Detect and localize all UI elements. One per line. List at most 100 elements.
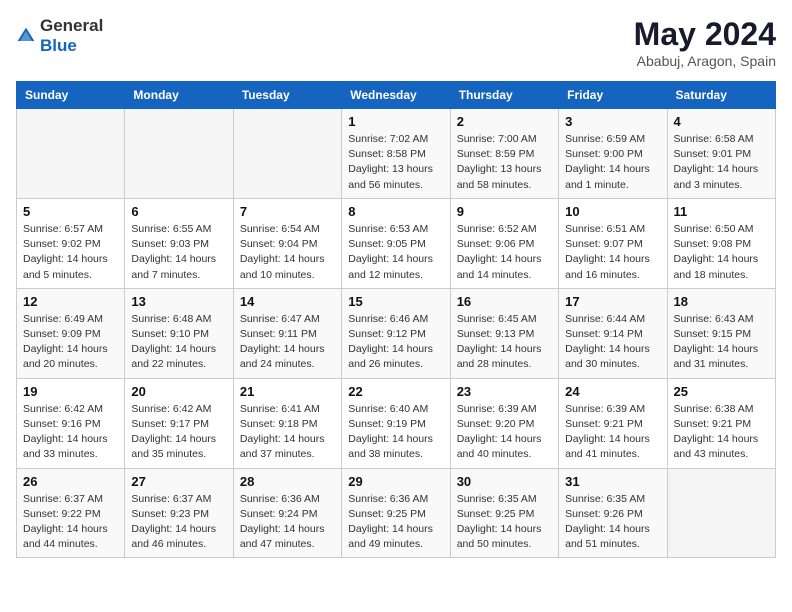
- calendar-cell: 8 Sunrise: 6:53 AMSunset: 9:05 PMDaylight…: [342, 198, 450, 288]
- day-number: 5: [23, 204, 118, 219]
- calendar-cell: 15 Sunrise: 6:46 AMSunset: 9:12 PMDayligh…: [342, 288, 450, 378]
- day-number: 6: [131, 204, 226, 219]
- day-number: 8: [348, 204, 443, 219]
- calendar-cell: 31Sunrise: 6:35 AMSunset: 9:26 PMDayligh…: [559, 468, 667, 558]
- day-number: 2: [457, 114, 552, 129]
- day-number: 7: [240, 204, 335, 219]
- day-number: 22: [348, 384, 443, 399]
- calendar-cell: 4Sunrise: 6:58 AMSunset: 9:01 PMDaylight…: [667, 109, 775, 199]
- calendar-cell: 27 Sunrise: 6:37 AMSunset: 9:23 PMDayligh…: [125, 468, 233, 558]
- calendar-cell: [17, 109, 125, 199]
- day-info: Sunrise: 6:38 AMSunset: 9:21 PMDaylight:…: [674, 402, 769, 463]
- calendar-cell: 11Sunrise: 6:50 AMSunset: 9:08 PMDayligh…: [667, 198, 775, 288]
- day-number: 10: [565, 204, 660, 219]
- calendar-cell: 6 Sunrise: 6:55 AMSunset: 9:03 PMDaylight…: [125, 198, 233, 288]
- calendar-cell: 28 Sunrise: 6:36 AMSunset: 9:24 PMDayligh…: [233, 468, 341, 558]
- calendar-table: SundayMondayTuesdayWednesdayThursdayFrid…: [16, 81, 776, 558]
- day-number: 19: [23, 384, 118, 399]
- calendar-cell: 1 Sunrise: 7:02 AMSunset: 8:58 PMDaylight…: [342, 109, 450, 199]
- calendar-cell: 3 Sunrise: 6:59 AMSunset: 9:00 PMDaylight…: [559, 109, 667, 199]
- title-section: May 2024 Ababuj, Aragon, Spain: [634, 16, 776, 69]
- calendar-cell: 23 Sunrise: 6:39 AMSunset: 9:20 PMDayligh…: [450, 378, 558, 468]
- calendar-cell: 9Sunrise: 6:52 AMSunset: 9:06 PMDaylight…: [450, 198, 558, 288]
- day-number: 21: [240, 384, 335, 399]
- day-number: 20: [131, 384, 226, 399]
- calendar-cell: [667, 468, 775, 558]
- day-info: Sunrise: 6:52 AMSunset: 9:06 PMDaylight:…: [457, 222, 552, 283]
- day-number: 27: [131, 474, 226, 489]
- day-info: Sunrise: 6:36 AMSunset: 9:25 PMDaylight:…: [348, 492, 443, 553]
- calendar-cell: 29 Sunrise: 6:36 AMSunset: 9:25 PMDayligh…: [342, 468, 450, 558]
- day-number: 3: [565, 114, 660, 129]
- day-number: 28: [240, 474, 335, 489]
- day-info: Sunrise: 6:48 AMSunset: 9:10 PMDaylight:…: [131, 312, 226, 373]
- logo-general: General: [40, 16, 103, 35]
- day-info: Sunrise: 6:44 AMSunset: 9:14 PMDaylight:…: [565, 312, 660, 373]
- calendar-cell: 22 Sunrise: 6:40 AMSunset: 9:19 PMDayligh…: [342, 378, 450, 468]
- calendar-cell: 19Sunrise: 6:42 AMSunset: 9:16 PMDayligh…: [17, 378, 125, 468]
- weekday-header: Monday: [125, 82, 233, 109]
- day-info: Sunrise: 6:36 AMSunset: 9:24 PMDaylight:…: [240, 492, 335, 553]
- logo: General Blue: [16, 16, 103, 56]
- logo-icon: [16, 26, 36, 46]
- day-info: Sunrise: 6:51 AMSunset: 9:07 PMDaylight:…: [565, 222, 660, 283]
- day-number: 16: [457, 294, 552, 309]
- day-info: Sunrise: 6:40 AMSunset: 9:19 PMDaylight:…: [348, 402, 443, 463]
- day-info: Sunrise: 6:47 AMSunset: 9:11 PMDaylight:…: [240, 312, 335, 373]
- calendar-cell: 21 Sunrise: 6:41 AMSunset: 9:18 PMDayligh…: [233, 378, 341, 468]
- day-info: Sunrise: 6:53 AMSunset: 9:05 PMDaylight:…: [348, 222, 443, 283]
- day-info: Sunrise: 6:45 AMSunset: 9:13 PMDaylight:…: [457, 312, 552, 373]
- day-info: Sunrise: 6:58 AMSunset: 9:01 PMDaylight:…: [674, 132, 769, 193]
- day-info: Sunrise: 7:02 AMSunset: 8:58 PMDaylight:…: [348, 132, 443, 193]
- day-number: 12: [23, 294, 118, 309]
- day-number: 1: [348, 114, 443, 129]
- day-info: Sunrise: 6:43 AMSunset: 9:15 PMDaylight:…: [674, 312, 769, 373]
- day-info: Sunrise: 6:37 AMSunset: 9:23 PMDaylight:…: [131, 492, 226, 553]
- day-number: 23: [457, 384, 552, 399]
- calendar-cell: 24 Sunrise: 6:39 AMSunset: 9:21 PMDayligh…: [559, 378, 667, 468]
- calendar-cell: 25 Sunrise: 6:38 AMSunset: 9:21 PMDayligh…: [667, 378, 775, 468]
- day-info: Sunrise: 6:35 AMSunset: 9:25 PMDaylight:…: [457, 492, 552, 553]
- day-info: Sunrise: 6:55 AMSunset: 9:03 PMDaylight:…: [131, 222, 226, 283]
- weekday-header: Wednesday: [342, 82, 450, 109]
- weekday-header-row: SundayMondayTuesdayWednesdayThursdayFrid…: [17, 82, 776, 109]
- month-title: May 2024: [634, 16, 776, 53]
- weekday-header: Saturday: [667, 82, 775, 109]
- weekday-header: Sunday: [17, 82, 125, 109]
- week-row: 19Sunrise: 6:42 AMSunset: 9:16 PMDayligh…: [17, 378, 776, 468]
- calendar-cell: 26Sunrise: 6:37 AMSunset: 9:22 PMDayligh…: [17, 468, 125, 558]
- day-number: 17: [565, 294, 660, 309]
- day-info: Sunrise: 6:39 AMSunset: 9:21 PMDaylight:…: [565, 402, 660, 463]
- week-row: 12Sunrise: 6:49 AMSunset: 9:09 PMDayligh…: [17, 288, 776, 378]
- calendar-cell: 14 Sunrise: 6:47 AMSunset: 9:11 PMDayligh…: [233, 288, 341, 378]
- day-number: 30: [457, 474, 552, 489]
- day-number: 15: [348, 294, 443, 309]
- day-info: Sunrise: 6:41 AMSunset: 9:18 PMDaylight:…: [240, 402, 335, 463]
- day-number: 29: [348, 474, 443, 489]
- day-number: 24: [565, 384, 660, 399]
- day-info: Sunrise: 6:59 AMSunset: 9:00 PMDaylight:…: [565, 132, 660, 193]
- calendar-cell: 5Sunrise: 6:57 AMSunset: 9:02 PMDaylight…: [17, 198, 125, 288]
- day-number: 14: [240, 294, 335, 309]
- day-info: Sunrise: 6:42 AMSunset: 9:17 PMDaylight:…: [131, 402, 226, 463]
- logo-blue: Blue: [40, 36, 77, 55]
- calendar-cell: 30 Sunrise: 6:35 AMSunset: 9:25 PMDayligh…: [450, 468, 558, 558]
- calendar-cell: 17 Sunrise: 6:44 AMSunset: 9:14 PMDayligh…: [559, 288, 667, 378]
- day-info: Sunrise: 6:39 AMSunset: 9:20 PMDaylight:…: [457, 402, 552, 463]
- week-row: 26Sunrise: 6:37 AMSunset: 9:22 PMDayligh…: [17, 468, 776, 558]
- weekday-header: Thursday: [450, 82, 558, 109]
- day-number: 31: [565, 474, 660, 489]
- calendar-cell: 7Sunrise: 6:54 AMSunset: 9:04 PMDaylight…: [233, 198, 341, 288]
- calendar-cell: 13Sunrise: 6:48 AMSunset: 9:10 PMDayligh…: [125, 288, 233, 378]
- day-info: Sunrise: 7:00 AMSunset: 8:59 PMDaylight:…: [457, 132, 552, 193]
- day-number: 26: [23, 474, 118, 489]
- week-row: 1 Sunrise: 7:02 AMSunset: 8:58 PMDaylight…: [17, 109, 776, 199]
- calendar-cell: 12Sunrise: 6:49 AMSunset: 9:09 PMDayligh…: [17, 288, 125, 378]
- weekday-header: Tuesday: [233, 82, 341, 109]
- calendar-cell: 20 Sunrise: 6:42 AMSunset: 9:17 PMDayligh…: [125, 378, 233, 468]
- calendar-cell: 18 Sunrise: 6:43 AMSunset: 9:15 PMDayligh…: [667, 288, 775, 378]
- day-number: 25: [674, 384, 769, 399]
- location-subtitle: Ababuj, Aragon, Spain: [634, 53, 776, 69]
- day-number: 18: [674, 294, 769, 309]
- day-info: Sunrise: 6:46 AMSunset: 9:12 PMDaylight:…: [348, 312, 443, 373]
